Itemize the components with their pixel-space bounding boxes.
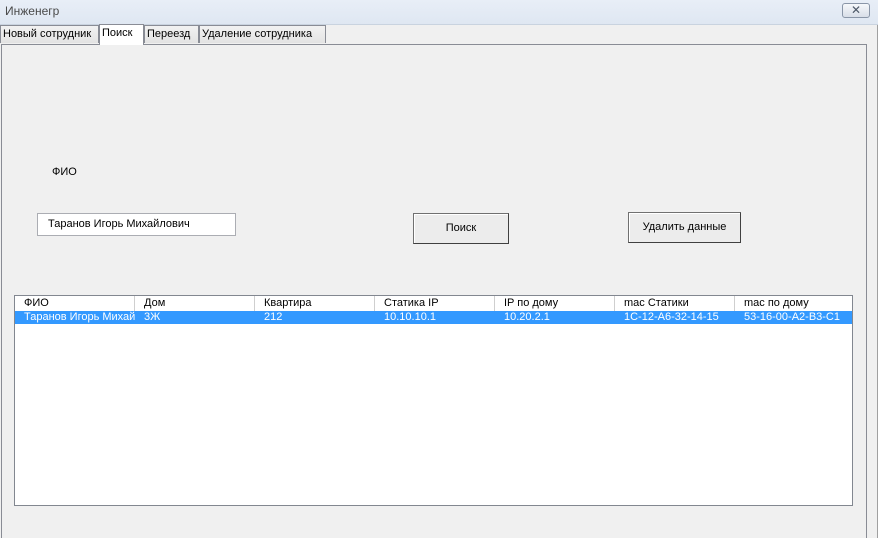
- column-header-house-ip[interactable]: IP по дому: [495, 296, 615, 311]
- fio-search-input[interactable]: Таранов Игорь Михайлович: [37, 213, 236, 236]
- close-button[interactable]: ✕: [842, 3, 870, 18]
- list-header: ФИО Дом Квартира Статика IP IP по дому m…: [15, 296, 852, 312]
- cell-static-mac: 1C-12-A6-32-14-15: [624, 311, 719, 323]
- app-window: Инженегр ✕ Новый сотрудник Поиск Переезд…: [0, 0, 878, 538]
- tab-relocation[interactable]: Переезд: [144, 25, 199, 43]
- tab-label: Новый сотрудник: [3, 28, 92, 40]
- search-button[interactable]: Поиск: [413, 213, 509, 244]
- tab-new-employee[interactable]: Новый сотрудник: [0, 25, 99, 43]
- cell-apartment: 212: [264, 311, 283, 323]
- column-header-house[interactable]: Дом: [135, 296, 255, 311]
- column-header-static-ip[interactable]: Статика IP: [375, 296, 495, 311]
- tab-label: Поиск: [102, 27, 133, 39]
- column-header-apartment[interactable]: Квартира: [255, 296, 375, 311]
- delete-data-button[interactable]: Удалить данные: [628, 212, 741, 243]
- cell-house-ip: 10.20.2.1: [504, 311, 550, 323]
- results-list-view[interactable]: ФИО Дом Квартира Статика IP IP по дому m…: [14, 295, 853, 506]
- tab-delete-employee[interactable]: Удаление сотрудника: [199, 25, 326, 43]
- cell-house: 3Ж: [144, 311, 161, 323]
- cell-fio: Таранов Игорь Михайлович: [24, 311, 135, 323]
- column-header-static-mac[interactable]: mac Статики: [615, 296, 735, 311]
- fio-label: ФИО: [52, 166, 77, 178]
- cell-static-ip: 10.10.10.1: [384, 311, 436, 323]
- close-icon: ✕: [850, 3, 862, 17]
- column-header-fio[interactable]: ФИО: [15, 296, 135, 311]
- tab-label: Удаление сотрудника: [202, 28, 313, 40]
- tab-search[interactable]: Поиск: [99, 24, 144, 45]
- window-title: Инженегр: [5, 4, 60, 18]
- title-bar: Инженегр ✕: [0, 0, 878, 25]
- cell-house-mac: 53-16-00-A2-B3-C1: [744, 311, 840, 323]
- tab-label: Переезд: [147, 28, 191, 40]
- tab-strip: Новый сотрудник Поиск Переезд Удаление с…: [0, 24, 878, 45]
- table-row[interactable]: Таранов Игорь Михайлович 3Ж 212 10.10.10…: [15, 311, 852, 324]
- column-header-house-mac[interactable]: mac по дому: [735, 296, 852, 311]
